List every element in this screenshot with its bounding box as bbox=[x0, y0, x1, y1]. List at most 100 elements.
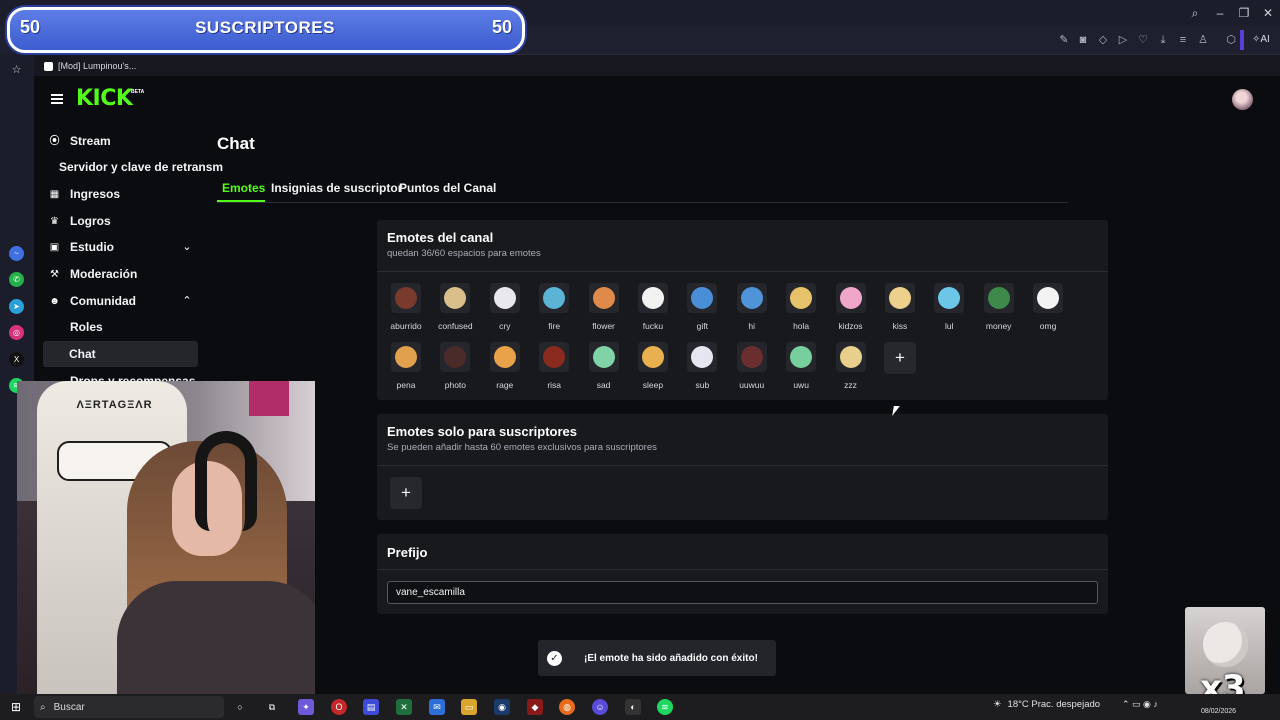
close-icon[interactable]: ✕ bbox=[1259, 4, 1277, 22]
discord-icon[interactable]: ☺ bbox=[592, 699, 608, 715]
taskbar-search[interactable]: ⌕ Buscar bbox=[34, 696, 224, 718]
weather-widget[interactable]: ☀ 18°C Prac. despejado bbox=[993, 699, 1100, 710]
sidebar-item-roles[interactable]: Roles bbox=[70, 317, 103, 337]
sidebar-item-ingresos[interactable]: ▦ Ingresos bbox=[48, 184, 120, 204]
add-channel-emote-button[interactable]: + bbox=[883, 342, 916, 374]
tab-puntos[interactable]: Puntos del Canal bbox=[399, 181, 496, 195]
emote-hola[interactable]: hola bbox=[778, 283, 824, 337]
emote-hi[interactable]: hi bbox=[729, 283, 775, 337]
search-icon[interactable]: ⌕ bbox=[1186, 4, 1204, 22]
tab-emotes[interactable]: Emotes bbox=[222, 181, 265, 195]
heart-icon[interactable]: ♡ bbox=[1135, 32, 1151, 48]
emote-label: rage bbox=[496, 380, 514, 390]
sidebar-item-stream-key[interactable]: Servidor y clave de retransm bbox=[59, 157, 223, 177]
profile-icon[interactable]: ♙ bbox=[1195, 32, 1211, 48]
game-launcher-icon[interactable]: ◆ bbox=[527, 699, 543, 715]
emote-photo[interactable]: photo bbox=[432, 342, 478, 396]
emote-gift[interactable]: gift bbox=[679, 283, 725, 337]
emote-risa[interactable]: risa bbox=[531, 342, 577, 396]
whatsapp-icon[interactable]: ✆ bbox=[9, 272, 24, 287]
sidebar-item-comunidad[interactable]: ☻ Comunidad bbox=[48, 291, 136, 311]
favorites-icon[interactable]: ☆ bbox=[9, 63, 24, 78]
emote-uwu[interactable]: uwu bbox=[778, 342, 824, 396]
emote-kiss[interactable]: kiss bbox=[877, 283, 923, 337]
sidebar-item-moderacion[interactable]: ⚒ Moderación bbox=[48, 264, 137, 284]
shield-icon[interactable]: ◇ bbox=[1095, 32, 1111, 48]
steam-icon[interactable]: ◉ bbox=[494, 699, 510, 715]
menu-icon[interactable]: ≡ bbox=[1175, 32, 1191, 48]
sidebar-item-stream[interactable]: ⦿ Stream bbox=[48, 131, 111, 151]
sidebar-item-estudio[interactable]: ▣ Estudio bbox=[48, 237, 114, 257]
emote-sad[interactable]: sad bbox=[581, 342, 627, 396]
emote-face-icon bbox=[444, 346, 467, 368]
obs-icon[interactable]: ◐ bbox=[625, 699, 641, 715]
emote-label: confused bbox=[438, 321, 473, 331]
sidebar-item-logros[interactable]: ♛ Logros bbox=[48, 211, 111, 231]
sidebar-item-chat[interactable]: Chat bbox=[69, 344, 96, 364]
emote-image bbox=[736, 283, 767, 313]
emote-fire[interactable]: fire bbox=[531, 283, 577, 337]
emote-image bbox=[588, 342, 619, 372]
browser-tab[interactable]: [Mod] Lumpinou's... bbox=[44, 58, 136, 74]
emote-image bbox=[786, 283, 817, 313]
active-tab-indicator bbox=[217, 200, 265, 202]
hamster-face bbox=[1203, 622, 1248, 667]
add-sub-emote-button[interactable]: + bbox=[390, 477, 422, 509]
firefox-icon[interactable]: ◍ bbox=[559, 699, 575, 715]
emote-omg[interactable]: omg bbox=[1025, 283, 1071, 337]
kick-logo[interactable]: KICK bbox=[76, 86, 133, 111]
extension-icon[interactable]: ⬡ bbox=[1223, 32, 1239, 48]
download-icon[interactable]: ⤓ bbox=[1155, 32, 1171, 48]
emote-face-icon bbox=[987, 287, 1010, 309]
x-icon[interactable]: X bbox=[9, 352, 24, 367]
emote-image bbox=[489, 283, 520, 313]
emote-sub[interactable]: sub bbox=[679, 342, 725, 396]
emote-fucku[interactable]: fucku bbox=[630, 283, 676, 337]
emote-kidzos[interactable]: kidzos bbox=[828, 283, 874, 337]
emote-aburrido[interactable]: aburrido bbox=[383, 283, 429, 337]
camera-icon[interactable]: ◙ bbox=[1075, 32, 1091, 48]
mail-icon[interactable]: ✉ bbox=[429, 699, 445, 715]
edit-icon[interactable]: ✎ bbox=[1056, 32, 1072, 48]
tab-insignias[interactable]: Insignias de suscriptor bbox=[271, 181, 402, 195]
emote-image bbox=[637, 342, 668, 372]
user-avatar[interactable] bbox=[1232, 89, 1253, 110]
hamburger-menu-icon[interactable] bbox=[51, 94, 63, 104]
instagram-icon[interactable]: ◎ bbox=[9, 325, 24, 340]
emote-label: hola bbox=[793, 321, 810, 331]
emote-image bbox=[835, 283, 866, 313]
store-icon[interactable]: ▤ bbox=[363, 699, 379, 715]
copilot-icon[interactable]: ✦ bbox=[298, 699, 314, 715]
system-tray[interactable]: ⌃ ▭ ◉ ♪ bbox=[1122, 699, 1158, 710]
opera-icon[interactable]: O bbox=[331, 699, 347, 715]
prefix-input[interactable]: vane_escamilla bbox=[387, 581, 1098, 604]
emote-sleep[interactable]: sleep bbox=[630, 342, 676, 396]
emote-money[interactable]: money bbox=[976, 283, 1022, 337]
emote-flower[interactable]: flower bbox=[581, 283, 627, 337]
minimize-icon[interactable]: – bbox=[1211, 4, 1229, 22]
play-icon[interactable]: ▷ bbox=[1115, 32, 1131, 48]
ai-button[interactable]: ✧AI bbox=[1252, 31, 1278, 49]
widgets-icon[interactable]: ⧉ bbox=[264, 699, 280, 715]
xbox-icon[interactable]: ✕ bbox=[396, 699, 412, 715]
emote-rage[interactable]: rage bbox=[482, 342, 528, 396]
emote-face-icon bbox=[888, 287, 911, 309]
emote-face-icon bbox=[641, 346, 664, 368]
emote-zzz[interactable]: zzz bbox=[828, 342, 874, 396]
spotify-taskbar-icon[interactable]: ≋ bbox=[657, 699, 673, 715]
restore-icon[interactable]: ❐ bbox=[1235, 4, 1253, 22]
tab-favicon-icon bbox=[44, 61, 53, 71]
chevron-up-icon[interactable]: ⌃ bbox=[181, 295, 193, 307]
chevron-down-icon[interactable]: ⌄ bbox=[181, 241, 193, 253]
telegram-icon[interactable]: ➤ bbox=[9, 299, 24, 314]
emote-pena[interactable]: pena bbox=[383, 342, 429, 396]
emote-cry[interactable]: cry bbox=[482, 283, 528, 337]
messenger-icon[interactable]: ~ bbox=[9, 246, 24, 261]
emote-lul[interactable]: lul bbox=[926, 283, 972, 337]
windows-start-icon[interactable]: ⊞ bbox=[8, 699, 24, 715]
task-view-icon[interactable]: ○ bbox=[232, 699, 248, 715]
sidebar-item-label: Estudio bbox=[70, 240, 114, 254]
emote-confused[interactable]: confused bbox=[432, 283, 478, 337]
emote-uuwuu[interactable]: uuwuu bbox=[729, 342, 775, 396]
folder-icon[interactable]: ▭ bbox=[461, 699, 477, 715]
